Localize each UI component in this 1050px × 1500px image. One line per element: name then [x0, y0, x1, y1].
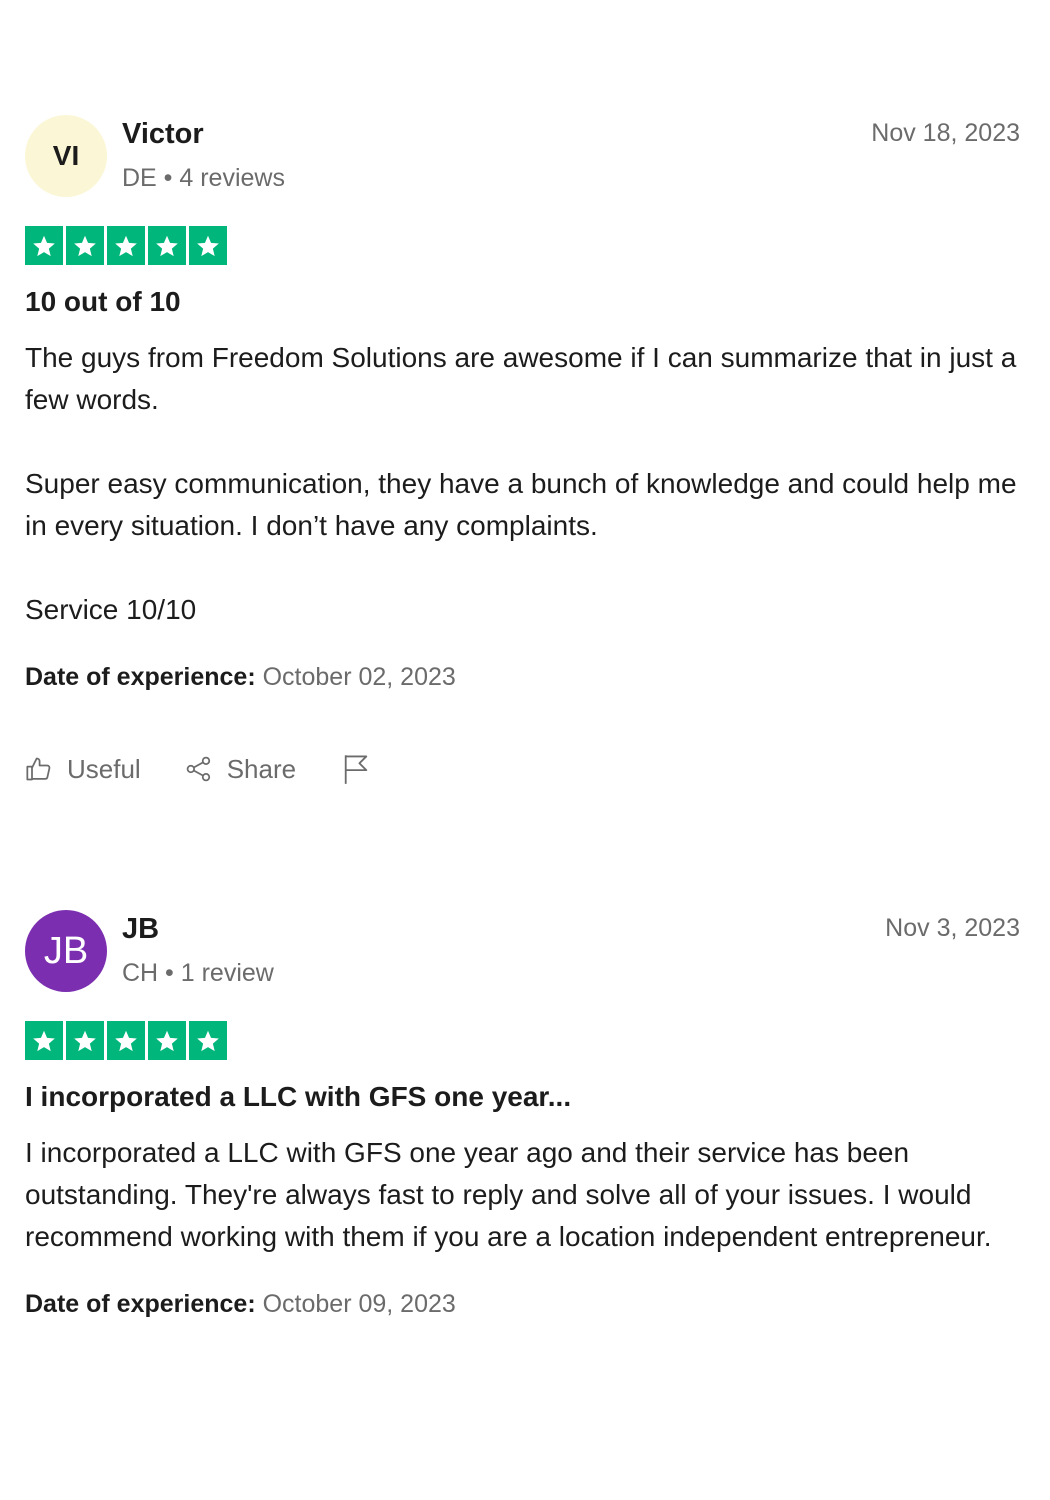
star-icon: [148, 1021, 186, 1060]
review-paragraph: Service 10/10: [25, 594, 197, 625]
reviewer-meta: CH • 1 review: [122, 959, 274, 987]
star-icon: [148, 226, 186, 265]
review-header: JB JB CH • 1 review Nov 3, 2023: [25, 909, 1020, 993]
star-icon: [189, 1021, 227, 1060]
star-rating: [25, 226, 1020, 265]
experience-label: Date of experience:: [25, 1290, 256, 1318]
review-body: The guys from Freedom Solutions are awes…: [25, 337, 1020, 631]
review-actions: Useful Share: [25, 751, 1020, 787]
thumbs-up-icon: [25, 755, 53, 783]
review-header: VI Victor DE • 4 reviews Nov 18, 2023: [25, 114, 1020, 198]
star-icon: [107, 1021, 145, 1060]
star-icon: [189, 226, 227, 265]
review-title[interactable]: I incorporated a LLC with GFS one year..…: [25, 1080, 1020, 1114]
avatar: JB: [25, 910, 107, 992]
experience-date: October 09, 2023: [262, 1290, 456, 1318]
useful-button[interactable]: Useful: [25, 754, 141, 785]
review-title[interactable]: 10 out of 10: [25, 285, 1020, 319]
review-date: Nov 3, 2023: [885, 914, 1020, 942]
flag-icon: [342, 753, 370, 785]
avatar: VI: [25, 115, 107, 197]
review-paragraph: The guys from Freedom Solutions are awes…: [25, 342, 1017, 415]
experience-label: Date of experience:: [25, 663, 256, 691]
reviewer-meta: DE • 4 reviews: [122, 164, 285, 192]
share-icon: [185, 755, 213, 783]
report-button[interactable]: [342, 753, 384, 785]
star-icon: [66, 226, 104, 265]
star-icon: [25, 1021, 63, 1060]
star-icon: [107, 226, 145, 265]
star-icon: [66, 1021, 104, 1060]
share-button[interactable]: Share: [185, 754, 296, 785]
review-card: JB JB CH • 1 review Nov 3, 2023 I incorp…: [25, 909, 1020, 1320]
star-icon: [25, 226, 63, 265]
share-label: Share: [226, 753, 297, 784]
review-paragraph: I incorporated a LLC with GFS one year a…: [25, 1137, 992, 1252]
reviewer-name[interactable]: JB: [122, 913, 159, 946]
date-of-experience: Date of experience: October 02, 2023: [25, 661, 1020, 693]
reviewer-name[interactable]: Victor: [122, 118, 204, 151]
experience-date: October 02, 2023: [262, 663, 456, 691]
review-card: VI Victor DE • 4 reviews Nov 18, 2023 10…: [25, 114, 1020, 787]
review-paragraph: Super easy communication, they have a bu…: [25, 468, 1017, 541]
star-rating: [25, 1021, 1020, 1060]
useful-label: Useful: [67, 753, 141, 784]
review-body: I incorporated a LLC with GFS one year a…: [25, 1132, 1020, 1258]
review-date: Nov 18, 2023: [871, 119, 1020, 147]
date-of-experience: Date of experience: October 09, 2023: [25, 1288, 1020, 1320]
